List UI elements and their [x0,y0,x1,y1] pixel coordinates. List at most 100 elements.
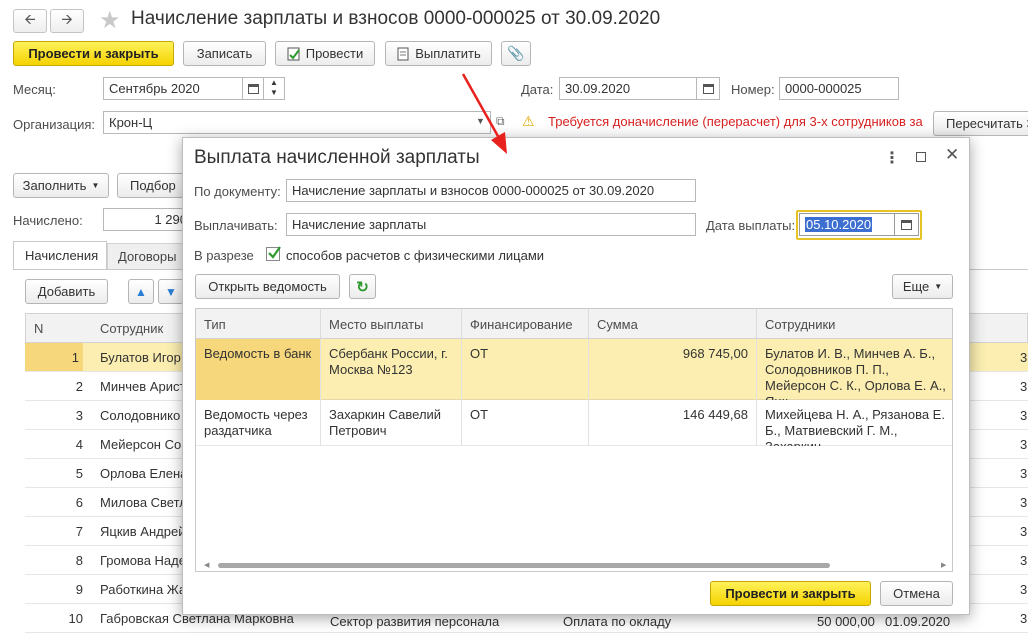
pay-label: Выплачивать: [194,218,278,233]
row1-place[interactable]: Сбербанк России, г. Москва №123 [321,339,462,400]
payout-dialog: Выплата начисленной зарплаты ⋮ ✕ По доку… [182,137,970,615]
pay-date-calendar-button[interactable] [894,213,919,236]
breakdown-value: способов расчетов с физическими лицами [286,248,545,263]
open-sheet-button[interactable]: Открыть ведомость [195,274,340,299]
date-calendar-button[interactable] [696,77,720,100]
arrow-up-icon: ▲ [135,284,147,299]
attach-button[interactable]: 📎 [501,41,531,66]
warning-text[interactable]: Требуется доначисление (перерасчет) для … [548,114,923,129]
save-button[interactable]: Записать [183,41,266,66]
row-employee: Яцкив Андрей [100,524,186,539]
fill-button[interactable]: Заполнить ▼ [13,173,109,198]
chevron-down-icon: ▼ [91,181,100,190]
row-end-value: 3 [1020,524,1028,539]
cancel-button[interactable]: Отмена [880,581,953,606]
row2-employees[interactable]: Михейцева Н. А., Рязанова Е. Б., Матвиев… [757,400,952,446]
refresh-button[interactable]: ↻ [349,274,376,299]
month-field[interactable]: Сентябрь 2020 [103,77,243,100]
refresh-icon: ↻ [356,278,369,296]
back-button[interactable]: 🡨 [13,9,47,33]
row-end-value: 3 [1020,437,1028,452]
month-calendar-button[interactable] [242,77,264,100]
more-button-label: Еще [902,279,930,294]
chevron-down-icon: ▼ [934,282,943,291]
row-end-value: 3 [1020,553,1028,568]
pay-button[interactable]: Выплатить [385,41,492,66]
row-number: 3 [75,408,83,423]
column-sum: Сумма [589,309,757,339]
row-employee: Мейерсон Со [100,437,182,452]
row-employee: Милова Светл [100,495,187,510]
scroll-right-icon[interactable]: ▶ [941,561,946,569]
row1-financing[interactable]: ОТ [462,339,589,400]
date-field[interactable]: 30.09.2020 [559,77,697,100]
tab-accruals[interactable]: Начисления [13,241,107,270]
row-employee: Орлова Елена [100,466,188,481]
calendar-icon [248,84,259,94]
row1-type[interactable]: Ведомость в банк [196,339,321,400]
pay-date-value: 05.10.2020 [805,217,873,232]
accrued-label: Начислено: [13,213,83,228]
organization-label: Организация: [13,117,96,132]
dialog-title: Выплата начисленной зарплаты [194,147,480,168]
row-employee: Булатов Игор [100,350,181,365]
by-document-field[interactable]: Начисление зарплаты и взносов 0000-00002… [286,179,696,202]
column-employee: Сотрудник [100,321,164,336]
accrued-field: 1 290 [103,208,193,231]
maximize-icon[interactable] [916,152,926,162]
scroll-left-icon[interactable]: ◀ [204,561,209,569]
move-up-button[interactable]: ▲ [128,279,154,304]
row-end-value: 3 [1020,408,1028,423]
row2-sum[interactable]: 146 449,68 [589,400,757,446]
row-end-value: 3 [1020,350,1028,365]
post-and-close-button[interactable]: Провести и закрыть [13,41,174,66]
move-down-button[interactable]: ▼ [158,279,184,304]
row-employee: Солодовнико [100,408,181,423]
last-row-dept: Сектор развития персонала [330,614,500,629]
column-employees: Сотрудники [757,309,952,339]
row2-place[interactable]: Захаркин Савелий Петрович [321,400,462,446]
row1-sum[interactable]: 968 745,00 [589,339,757,400]
row-employee: Громова Наде [100,553,186,568]
horizontal-scrollbar-thumb[interactable] [218,563,830,568]
arrow-down-icon: ▼ [165,284,177,299]
by-document-label: По документу: [194,184,281,199]
month-stepper[interactable]: ▲ ▼ [263,77,285,100]
recalculate-button[interactable]: Пересчитать 3 [933,111,1028,136]
post-button-label: Провести [305,46,364,61]
paperclip-icon: 📎 [507,45,525,61]
last-row-type: Оплата по окладу [563,614,672,629]
dialog-post-and-close-button[interactable]: Провести и закрыть [710,581,871,606]
row-number: 5 [75,466,83,481]
select-button[interactable]: Подбор [117,173,189,198]
row2-financing[interactable]: ОТ [462,400,589,446]
document-icon [397,47,409,60]
star-icon[interactable]: ★ [99,6,121,35]
more-options-icon[interactable]: ⋮ [884,148,900,168]
number-label: Номер: [731,82,775,97]
row-number: 10 [68,611,83,626]
month-label: Месяц: [13,82,56,97]
number-field[interactable]: 0000-000025 [779,77,899,100]
pay-field[interactable]: Начисление зарплаты [286,213,696,236]
forward-button[interactable]: 🡪 [50,9,84,33]
breakdown-label: В разрезе [194,248,254,263]
row-employee: Работкина Жа [100,582,187,597]
more-button[interactable]: Еще ▼ [892,274,953,299]
fill-button-label: Заполнить [22,178,87,193]
add-button[interactable]: Добавить [25,279,108,304]
row1-employees[interactable]: Булатов И. В., Минчев А. Б., Солодовнико… [757,339,952,400]
breakdown-checkbox[interactable] [266,246,281,261]
post-icon [287,47,300,60]
row-number: 9 [75,582,83,597]
tab-contracts[interactable]: Договоры [107,243,187,270]
close-icon[interactable]: ✕ [945,145,959,165]
post-button[interactable]: Провести [275,41,375,66]
row-end-value: 3 [1020,379,1028,394]
pay-date-field[interactable]: 05.10.2020 [799,213,895,236]
column-type: Тип [196,309,321,339]
row-number: 8 [75,553,83,568]
column-n: N [34,321,44,336]
row2-type[interactable]: Ведомость через раздатчика [196,400,321,446]
organization-field[interactable]: Крон-Ц [103,111,491,134]
